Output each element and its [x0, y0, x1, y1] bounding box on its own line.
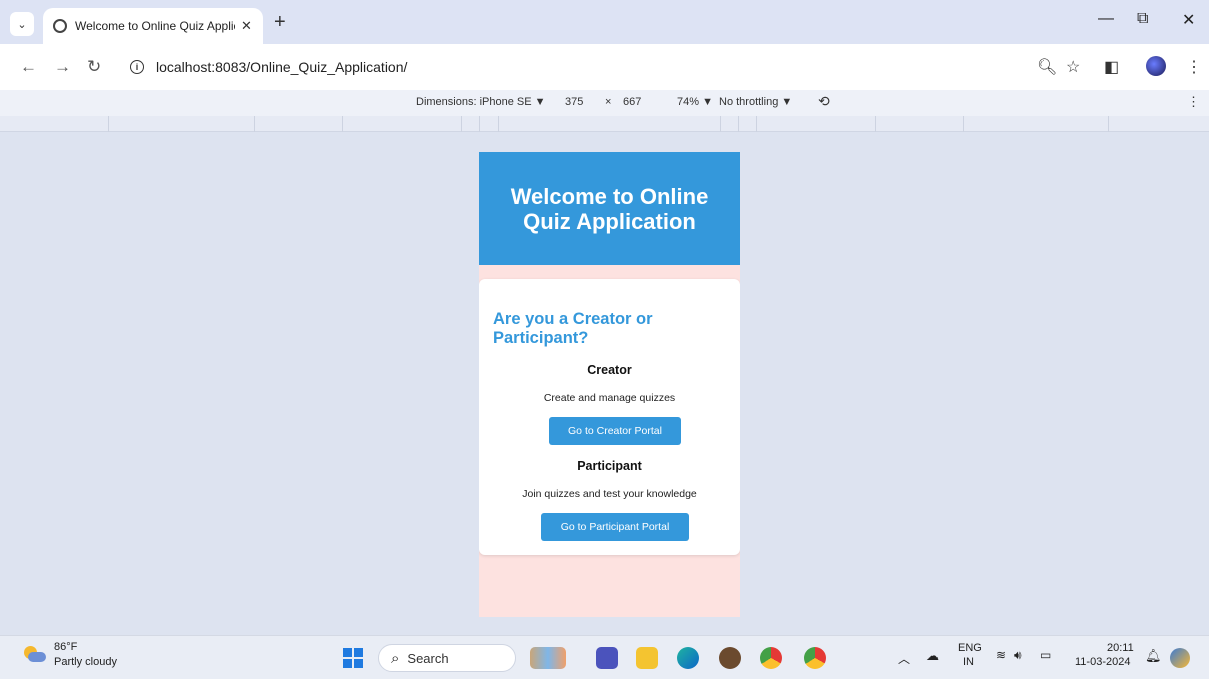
app-icon[interactable] — [719, 647, 741, 669]
browser-tab[interactable]: Welcome to Online Quiz Applic ✕ — [43, 8, 263, 44]
region-indicator[interactable]: IN — [963, 656, 974, 668]
participant-description: Join quizzes and test your knowledge — [522, 488, 697, 500]
url-text: localhost:8083/Online_Quiz_Application/ — [156, 59, 408, 75]
weather-condition[interactable]: Partly cloudy — [54, 656, 117, 668]
tab-title: Welcome to Online Quiz Applic — [75, 19, 235, 33]
zoom-dropdown[interactable]: 74% ▼ — [677, 96, 713, 108]
onedrive-cloud-icon[interactable]: ☁ — [926, 648, 939, 664]
ruler-tick — [963, 116, 964, 132]
teams-icon[interactable] — [596, 647, 618, 669]
role-question: Are you a Creator or Participant? — [493, 310, 653, 347]
chrome-icon[interactable] — [760, 647, 782, 669]
window-close-button[interactable]: ✕ — [1182, 10, 1195, 30]
windows-start-icon[interactable] — [343, 648, 363, 668]
weather-icon[interactable] — [24, 646, 46, 664]
search-icon: ⌕ — [391, 649, 400, 667]
device-width-field[interactable]: 375 — [565, 96, 583, 108]
participant-heading: Participant — [577, 459, 642, 473]
ruler-tick — [461, 116, 462, 132]
minimize-button[interactable]: — — [1098, 10, 1114, 28]
ruler-tick — [875, 116, 876, 132]
cloud-shape — [28, 652, 46, 662]
ruler-tick — [479, 116, 480, 132]
device-dimensions-dropdown[interactable]: Dimensions: iPhone SE ▼ — [416, 96, 546, 108]
side-panel-icon[interactable]: ◧ — [1104, 57, 1119, 77]
creator-heading: Creator — [587, 363, 632, 377]
ruler-tick — [720, 116, 721, 132]
device-viewport: Welcome to Online Quiz Application Are y… — [479, 152, 740, 617]
tab-strip: ⌄ Welcome to Online Quiz Applic ✕ + — ⧉ … — [0, 0, 1209, 44]
creator-description: Create and manage quizzes — [543, 392, 676, 404]
menu-kebab-icon[interactable]: ⋮ — [1186, 57, 1202, 77]
wifi-icon[interactable]: ≋ — [996, 648, 1006, 662]
ruler-tick — [108, 116, 109, 132]
ruler-tick — [342, 116, 343, 132]
site-info-icon[interactable]: i — [130, 60, 144, 74]
participant-portal-button[interactable]: Go to Participant Portal — [541, 513, 689, 541]
battery-icon[interactable]: ▭ — [1040, 648, 1051, 662]
back-arrow-icon[interactable]: ← — [20, 57, 37, 77]
bookmark-star-icon[interactable]: ☆ — [1066, 57, 1080, 77]
language-indicator[interactable]: ENG — [958, 642, 982, 654]
clock-date[interactable]: 11-03-2024 — [1075, 656, 1130, 668]
browser-toolbar: ← → ↻ i localhost:8083/Online_Quiz_Appli… — [0, 44, 1209, 90]
page-title: Welcome to Online Quiz Application — [510, 183, 709, 234]
reload-icon[interactable]: ↻ — [87, 57, 101, 77]
ruler-tick — [738, 116, 739, 132]
start-tile — [354, 659, 363, 668]
times-sign: × — [605, 96, 612, 108]
file-explorer-icon[interactable] — [636, 647, 658, 669]
device-menu-icon[interactable]: ⋮ — [1187, 94, 1200, 110]
volume-icon[interactable]: 🔊︎ — [1014, 648, 1022, 663]
start-tile — [343, 659, 352, 668]
search-label: Search — [407, 650, 449, 666]
address-bar[interactable]: i localhost:8083/Online_Quiz_Application… — [118, 51, 1088, 83]
taskbar-search[interactable]: ⌕ Search — [378, 644, 516, 672]
zoom-icon[interactable]: 🔍︎ — [1037, 57, 1057, 77]
ruler-tick — [1108, 116, 1109, 132]
clock-time[interactable]: 20:11 — [1107, 642, 1134, 654]
weather-temperature[interactable]: 86°F — [54, 641, 77, 653]
widgets-app-icon[interactable] — [530, 647, 566, 669]
media-query-ruler — [0, 116, 1209, 132]
start-tile — [343, 648, 352, 657]
throttling-dropdown[interactable]: No throttling ▼ — [719, 96, 792, 108]
restore-button[interactable]: ⧉ — [1137, 10, 1148, 28]
chrome-profile-icon[interactable] — [804, 647, 826, 669]
notification-bell-icon[interactable]: 🔔︎ — [1145, 648, 1162, 664]
close-icon[interactable]: ✕ — [241, 18, 252, 34]
taskbar: 86°F Partly cloudy ⌕ Search ︿ ☁ ENG IN ≋… — [0, 635, 1209, 679]
start-tile — [354, 648, 363, 657]
ruler-tick — [498, 116, 499, 132]
chevron-down-icon: ⌄ — [17, 18, 27, 31]
device-height-field[interactable]: 667 — [623, 96, 641, 108]
tab-search-button[interactable]: ⌄ — [10, 12, 34, 36]
edge-icon[interactable] — [677, 647, 699, 669]
app-header: Welcome to Online Quiz Application — [479, 152, 740, 265]
profile-avatar[interactable] — [1146, 56, 1166, 76]
globe-icon — [53, 19, 67, 33]
rotate-icon[interactable]: ⟲ — [818, 93, 830, 110]
ruler-tick — [254, 116, 255, 132]
show-hidden-icons-chevron-icon[interactable]: ︿ — [898, 650, 910, 667]
copilot-icon[interactable] — [1170, 648, 1190, 668]
forward-arrow-icon[interactable]: → — [54, 57, 71, 77]
creator-portal-button[interactable]: Go to Creator Portal — [549, 417, 681, 445]
role-selection-card: Are you a Creator or Participant? Creato… — [479, 279, 740, 555]
device-toolbar: Dimensions: iPhone SE ▼ 375 × 667 74% ▼ … — [0, 90, 1209, 116]
ruler-tick — [756, 116, 757, 132]
new-tab-button[interactable]: + — [274, 12, 286, 32]
